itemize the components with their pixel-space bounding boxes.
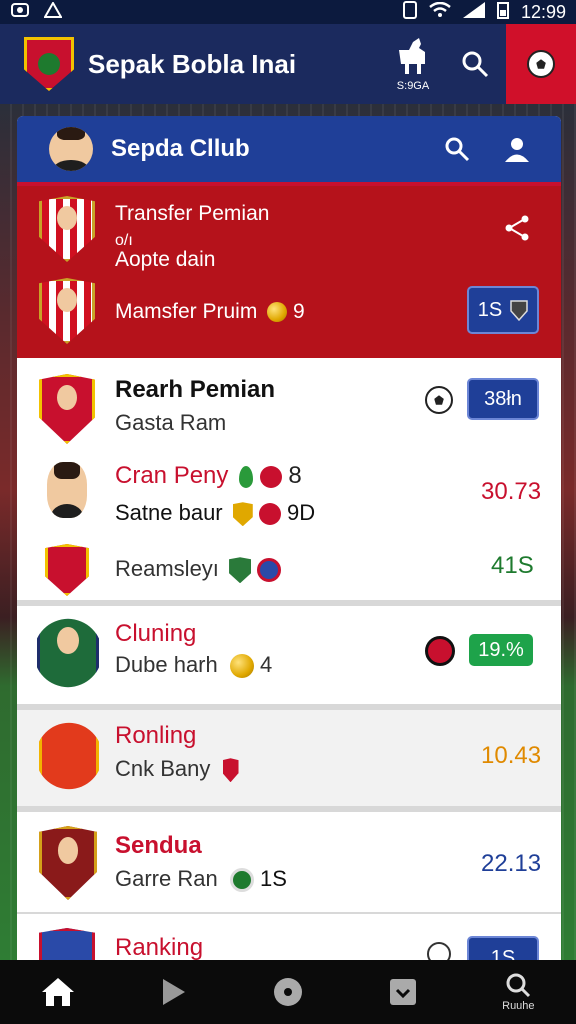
item-value: 30.73: [481, 478, 542, 505]
nav-disc[interactable]: [248, 960, 328, 1024]
nav-search[interactable]: Ruuhe: [478, 960, 558, 1024]
crest-icon: [229, 557, 252, 584]
mascot-button[interactable]: S:9GA: [382, 24, 444, 104]
transfer-sub2: Aopte dain: [115, 248, 216, 271]
item-title: Ronling: [115, 722, 197, 749]
item-title: Cluning: [115, 620, 197, 647]
badge-icon: [257, 558, 282, 583]
coin-icon: [229, 654, 254, 679]
battery-icon: [496, 1, 509, 24]
item-subtitle: Garre Ran 1S: [115, 866, 287, 893]
download-icon: [390, 979, 417, 1005]
search-icon: [506, 973, 531, 998]
disc-icon: [273, 978, 302, 1006]
item-badge[interactable]: 38łn: [467, 378, 539, 420]
item-title: Sendua: [115, 832, 202, 859]
appbar-search-button[interactable]: [444, 24, 506, 104]
app-bar: Sepak Bobla Inai S:9GA: [0, 24, 576, 104]
divider: [17, 912, 561, 914]
list-item[interactable]: Rearh Pemian Gasta Ram 38łn: [17, 374, 561, 454]
item-subtitle: Satne baur 9D: [115, 500, 316, 527]
club-avatar[interactable]: [49, 127, 93, 171]
club-icon: [229, 868, 254, 893]
app-logo: [24, 37, 74, 91]
club-card: Sepda Cllub Transfer Pemian o/ı Aopte da…: [17, 116, 561, 976]
player-crest: [39, 826, 97, 900]
flame-icon: [239, 465, 254, 488]
shield-icon: [510, 300, 528, 321]
bottom-nav: Ruuhe: [0, 960, 576, 1024]
nav-download[interactable]: [363, 960, 443, 1024]
share-button[interactable]: [503, 214, 531, 247]
clock-time: 12:99: [520, 1, 566, 22]
wifi-icon: [429, 1, 451, 23]
search-icon: [445, 137, 470, 162]
soccer-ball-icon: [425, 386, 453, 414]
club-crest: [45, 544, 89, 596]
soccer-ball-button[interactable]: [506, 24, 576, 104]
nav-home[interactable]: [18, 960, 98, 1024]
soccer-ball-icon: [527, 50, 555, 78]
transfer-title: Transfer Pemian: [115, 202, 270, 225]
person-icon: [505, 138, 529, 162]
card-search-button[interactable]: [427, 136, 487, 162]
club-crest: [39, 722, 99, 790]
club-crest: [37, 618, 99, 688]
transfer-player-name: Mamsfer Pruim 9: [115, 300, 305, 323]
sim-icon: [402, 0, 417, 24]
club-icon: [425, 636, 455, 666]
home-icon: [41, 978, 74, 1006]
transfer-badge[interactable]: 1S: [467, 286, 539, 334]
search-icon: [462, 51, 489, 78]
app-title: Sepak Bobla Inai: [88, 48, 297, 79]
profile-button[interactable]: [487, 135, 547, 163]
item-subtitle: Dube harh 4: [115, 652, 273, 679]
share-icon: [505, 215, 529, 241]
item-value: 41S: [491, 552, 534, 579]
player-crest: [39, 278, 95, 344]
nav-play[interactable]: [133, 960, 213, 1024]
item-subtitle: Cnk Bany: [115, 756, 239, 783]
item-title: Ranking: [115, 934, 204, 961]
transfer-section[interactable]: Transfer Pemian o/ı Aopte dain Mamsfer P…: [17, 186, 561, 358]
list-item[interactable]: Ronling Cnk Bany 10.43: [17, 710, 561, 806]
player-avatar: [47, 462, 87, 518]
item-subtitle: Gasta Ram: [115, 410, 227, 435]
mascot-label: S:9GA: [396, 80, 430, 92]
club-crest: [39, 196, 95, 262]
crest-icon: [232, 502, 253, 527]
mascot-icon: [399, 38, 425, 74]
divider: [17, 600, 561, 606]
apple-icon: [259, 465, 282, 488]
divider: [17, 806, 561, 812]
crest-icon: [222, 758, 239, 783]
card-header: Sepda Cllub: [17, 116, 561, 186]
club-crest: [39, 374, 95, 444]
list-item[interactable]: Cluning Dube harh 4 19.%: [17, 612, 561, 702]
item-subtitle: Reamsleyı: [115, 556, 282, 584]
item-title: Rearh Pemian: [115, 376, 276, 403]
card-title: Sepda Cllub: [111, 135, 250, 162]
app-notification-icon: [10, 2, 30, 23]
item-title: Cran Peny 8: [115, 462, 302, 489]
warning-icon: [43, 0, 63, 23]
item-value: 10.43: [481, 742, 542, 769]
item-value: 22.13: [481, 850, 542, 877]
list-item[interactable]: Sendua Garre Ran 1S 22.13: [17, 816, 561, 912]
apple-icon: [258, 503, 281, 526]
list-item[interactable]: Cran Peny 8 30.73 Satne baur 9D Reamsley…: [17, 456, 561, 596]
status-bar: 12:99: [0, 0, 576, 24]
signal-icon: [462, 1, 485, 23]
play-icon: [162, 979, 185, 1005]
nav-search-label: Ruuhe: [502, 1000, 535, 1012]
coin-icon: [267, 302, 288, 323]
item-badge[interactable]: 19.%: [469, 634, 533, 666]
